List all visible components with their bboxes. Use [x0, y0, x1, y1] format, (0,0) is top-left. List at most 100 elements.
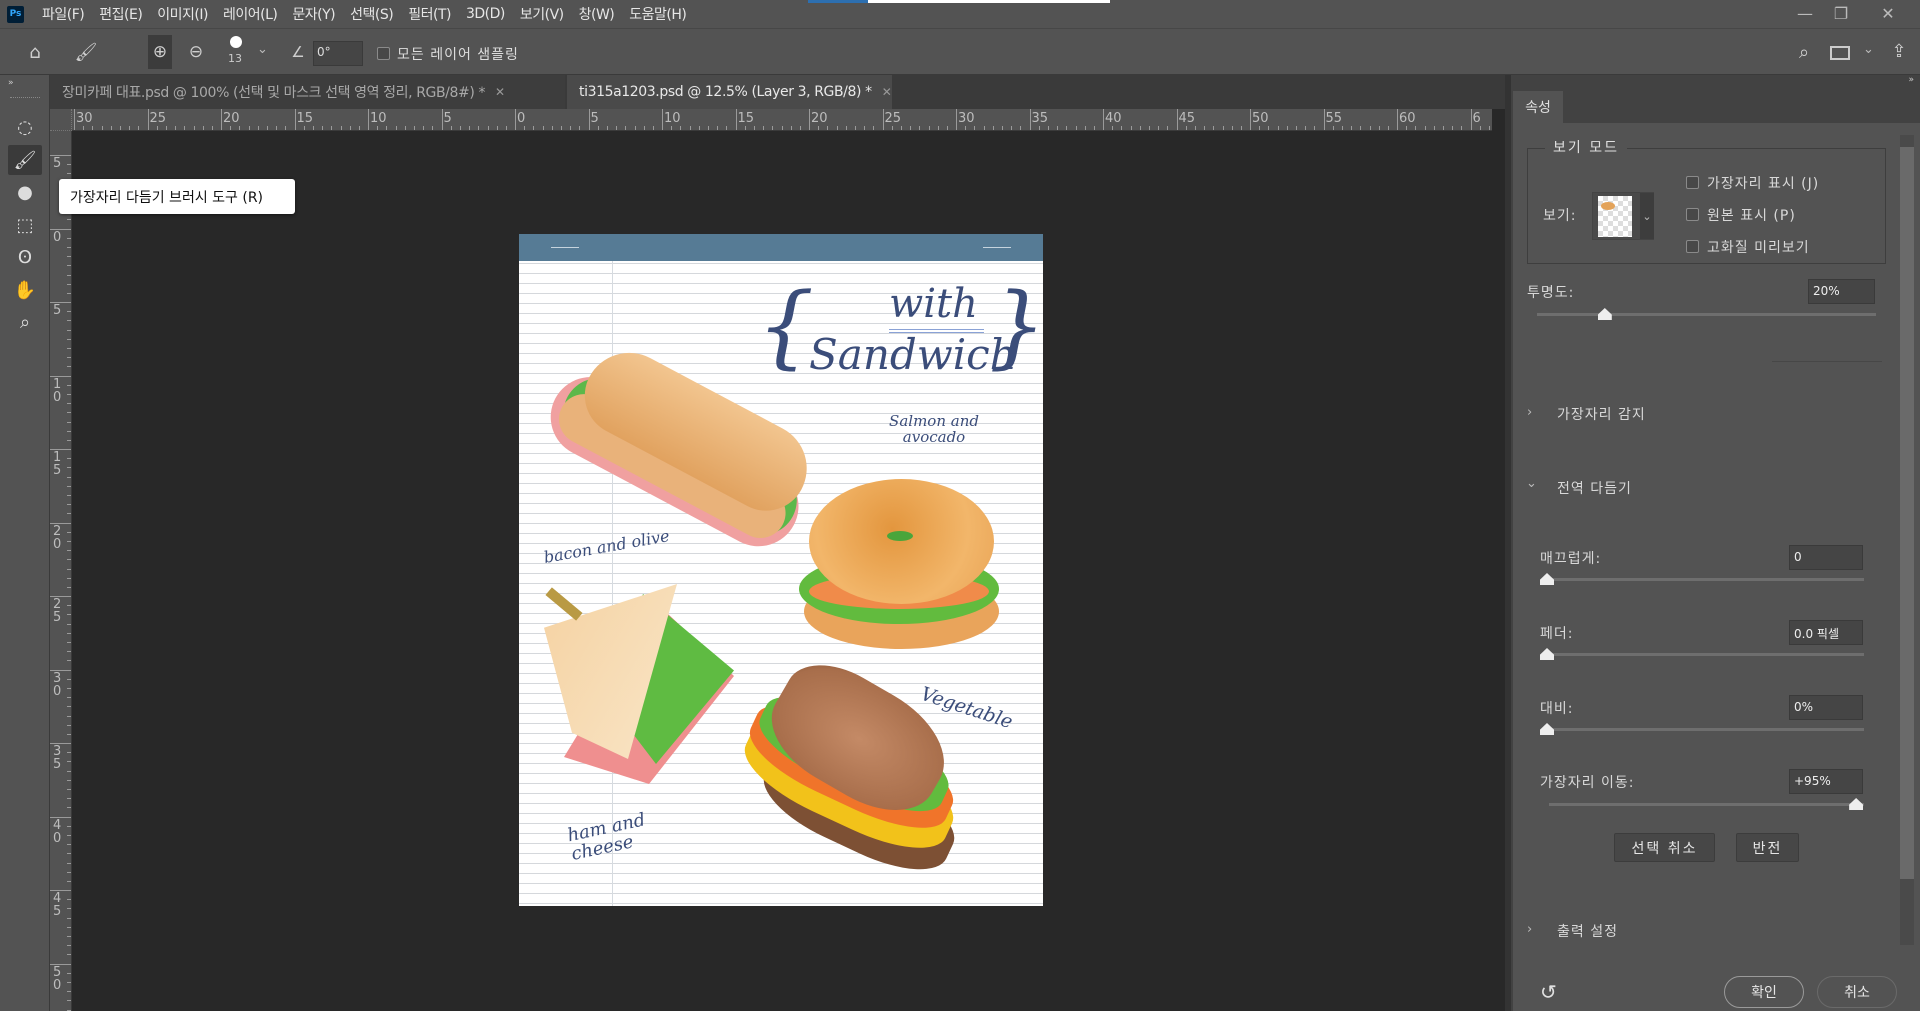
hand-tool-icon[interactable]: ✋	[8, 275, 42, 305]
clear-selection-button[interactable]: 선택 취소	[1614, 833, 1715, 862]
vertical-ruler[interactable]: 5 0 5 1 0 1 5 2 0 2 5 3 0 3 5 4 0 4 5 5 0	[50, 131, 72, 1011]
ruler-label: 45	[1178, 111, 1196, 126]
invert-button[interactable]: 반전	[1736, 833, 1799, 862]
share-icon[interactable]: ⇪	[1887, 38, 1911, 64]
tab-label: 장미카페 대표.psd @ 100% (선택 및 마스크 선택 영역 정리, R…	[62, 85, 486, 101]
close-tab-icon[interactable]: ✕	[495, 85, 505, 99]
global-refinements-section[interactable]: 전역 다듬기	[1557, 478, 1632, 498]
scrollbar-thumb[interactable]	[1900, 147, 1914, 879]
menu-layer[interactable]: 레이어(L)	[223, 4, 278, 24]
horizontal-ruler[interactable]: 30 25 20 15 10 5 0 5 10 15 20 25 30 35 40 45 50 55 60 6	[50, 109, 1492, 131]
chevron-right-icon[interactable]: ›	[1527, 922, 1532, 937]
output-settings-section[interactable]: 출력 설정	[1557, 921, 1618, 941]
ruler-minor-tick	[1452, 126, 1454, 130]
cancel-button[interactable]: 취소	[1817, 976, 1897, 1008]
opacity-input[interactable]: 20%	[1808, 279, 1875, 304]
home-icon[interactable]: ⌂	[22, 39, 48, 65]
search-icon[interactable]: ⌕	[1792, 39, 1816, 65]
subtract-from-selection-icon[interactable]: ⊖	[184, 35, 208, 69]
slider-track[interactable]	[1537, 313, 1876, 316]
workspace-icon[interactable]	[1830, 46, 1850, 60]
ruler-minor-tick	[175, 126, 177, 130]
collapse-icon[interactable]: »	[8, 78, 14, 88]
panel-collapse-icon[interactable]: »	[1908, 75, 1914, 85]
ruler-minor-tick	[1488, 126, 1490, 130]
ruler-minor-tick	[257, 126, 259, 130]
menu-edit[interactable]: 편집(E)	[99, 4, 143, 24]
artwork-title-line2: Sandwich	[809, 330, 1017, 379]
chevron-right-icon[interactable]: ›	[1527, 405, 1532, 420]
ruler-minor-tick	[67, 660, 71, 662]
ruler-minor-tick	[67, 972, 71, 974]
menu-file[interactable]: 파일(F)	[42, 4, 85, 24]
photoshop-logo: Ps	[7, 5, 24, 23]
show-edge-checkbox[interactable]	[1686, 176, 1699, 189]
ruler-origin[interactable]	[50, 109, 72, 131]
ruler-minor-tick	[873, 126, 875, 130]
menu-window[interactable]: 창(W)	[579, 4, 615, 24]
canvas-document[interactable]: { } with Sandwich Salmon and avocado bac…	[519, 234, 1043, 906]
workspace-chevron-icon[interactable]: ⌄	[1863, 42, 1874, 57]
sample-all-layers-checkbox[interactable]	[377, 47, 390, 60]
slider-track[interactable]	[1547, 578, 1864, 581]
tab-document-1[interactable]: 장미카페 대표.psd @ 100% (선택 및 마스크 선택 영역 정리, R…	[50, 75, 565, 109]
menu-type[interactable]: 문자(Y)	[292, 4, 335, 24]
ruler-tick	[294, 109, 296, 130]
object-selection-tool-icon[interactable]: ⬚	[8, 210, 42, 240]
chevron-down-icon[interactable]: ⌄	[1640, 193, 1654, 239]
reset-icon[interactable]: ↺	[1540, 980, 1557, 1004]
show-original-checkbox[interactable]	[1686, 208, 1699, 221]
refine-edge-brush-tool-icon[interactable]: 🖌	[8, 145, 42, 175]
tab-properties[interactable]: 속성	[1513, 91, 1563, 123]
view-mode-dropdown[interactable]: ⌄	[1592, 192, 1654, 240]
ruler-minor-tick	[67, 687, 71, 689]
menu-3d[interactable]: 3D(D)	[466, 6, 505, 22]
brush-size-dot-icon[interactable]	[230, 36, 242, 48]
menu-help[interactable]: 도움말(H)	[629, 4, 687, 24]
high-quality-preview-checkbox[interactable]	[1686, 240, 1699, 253]
ruler-minor-tick	[67, 678, 71, 680]
brush-preset-icon[interactable]: 🖌	[72, 39, 100, 65]
shift-edge-input[interactable]: +95%	[1789, 769, 1863, 794]
ruler-minor-tick	[276, 126, 278, 130]
ruler-minor-tick	[1213, 126, 1215, 130]
panel-scrollbar[interactable]	[1900, 135, 1914, 945]
ruler-minor-tick	[193, 126, 195, 130]
chevron-down-icon[interactable]: ⌄	[257, 42, 268, 57]
close-tab-icon[interactable]: ✕	[882, 85, 892, 99]
close-button[interactable]: ✕	[1866, 0, 1910, 26]
ruler-minor-tick	[1121, 126, 1123, 130]
restore-button[interactable]: ❐	[1819, 0, 1863, 26]
brush-tool-icon[interactable]: ●	[8, 177, 42, 207]
view-mode-legend: 보기 모드	[1545, 137, 1627, 157]
ruler-minor-tick	[469, 126, 471, 130]
menu-image[interactable]: 이미지(I)	[157, 4, 208, 24]
feather-input[interactable]: 0.0 픽셀	[1789, 620, 1863, 645]
chevron-down-icon[interactable]: ⌄	[1526, 476, 1537, 491]
quick-selection-tool-icon[interactable]: ◌	[8, 112, 42, 142]
feather-label: 페더:	[1540, 626, 1574, 642]
tab-document-2[interactable]: ti315a1203.psd @ 12.5% (Layer 3, RGB/8) …	[567, 75, 892, 109]
brush-size[interactable]: 13	[228, 52, 242, 65]
slider-track[interactable]	[1547, 728, 1864, 731]
menu-filter[interactable]: 필터(T)	[408, 4, 451, 24]
ruler-minor-tick	[239, 126, 241, 130]
zoom-tool-icon[interactable]: ⌕	[8, 307, 42, 337]
smooth-input[interactable]: 0	[1789, 545, 1863, 570]
ruler-minor-tick	[845, 126, 847, 130]
edge-detection-section[interactable]: 가장자리 감지	[1557, 404, 1646, 424]
ruler-minor-tick	[67, 164, 71, 166]
add-to-selection-button[interactable]: ⊕	[148, 35, 172, 69]
contrast-input[interactable]: 0%	[1789, 695, 1863, 720]
slider-track[interactable]	[1549, 803, 1864, 806]
menu-select[interactable]: 선택(S)	[350, 4, 394, 24]
slider-track[interactable]	[1547, 653, 1864, 656]
lasso-tool-icon[interactable]: ʘ	[8, 242, 42, 272]
menu-view[interactable]: 보기(V)	[520, 4, 564, 24]
drag-handle[interactable]	[10, 97, 40, 100]
divider	[1772, 361, 1882, 362]
ruler-label: 20	[811, 111, 828, 126]
ok-button[interactable]: 확인	[1724, 976, 1804, 1008]
ruler-minor-tick	[643, 126, 645, 130]
angle-input[interactable]: 0°	[313, 41, 363, 66]
